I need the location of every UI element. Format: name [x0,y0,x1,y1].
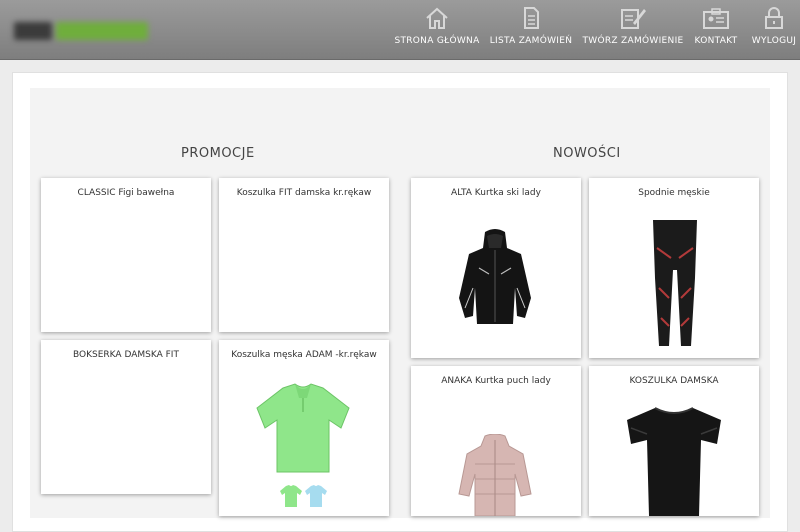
product-name: ANAKA Kurtka puch lady [441,376,551,386]
nav-item-logout[interactable]: WYLOGUJ [746,6,800,56]
edit-form-icon [621,9,646,29]
home-icon [426,7,448,29]
nav-label-create-order: TWÓRZ ZAMÓWIENIE [582,36,684,46]
product-card-new-1[interactable]: ALTA Kurtka ski lady [411,178,581,358]
thumbnail-blue[interactable] [304,484,328,508]
main-nav: STRONA GŁÓWNA LISTA ZAMÓWIEŃ TWÓRZ ZAMÓW… [0,0,800,60]
black-jacket-image [459,229,531,324]
product-name: Spodnie męskie [638,188,710,198]
pink-jacket-image [458,434,532,516]
lock-icon [765,7,783,29]
product-card-new-4[interactable]: KOSZULKA DAMSKA [589,366,759,516]
product-card-new-3[interactable]: ANAKA Kurtka puch lady [411,366,581,516]
product-name: ALTA Kurtka ski lady [451,188,541,198]
product-card-promo-3[interactable]: BOKSERKA DAMSKA FIT [41,340,211,494]
header-bar: STRONA GŁÓWNA LISTA ZAMÓWIEŃ TWÓRZ ZAMÓW… [0,0,800,60]
nav-label-orders: LISTA ZAMÓWIEŃ [489,36,573,46]
nav-label-contact: KONTAKT [694,36,738,46]
nav-label-logout: WYLOGUJ [751,36,797,46]
product-card-promo-1[interactable]: CLASSIC Figi bawełna [41,178,211,332]
black-pants-image [653,220,697,346]
product-name: CLASSIC Figi bawełna [77,188,175,198]
contact-card-icon [703,8,729,29]
section-title-promocje: PROMOCJE [181,146,255,161]
thumbnail-green[interactable] [279,484,303,508]
product-name: Koszulka FIT damska kr.rękaw [236,188,372,198]
product-card-promo-4[interactable]: Koszulka męska ADAM -kr.rękaw [219,340,389,516]
product-card-new-2[interactable]: Spodnie męskie [589,178,759,358]
section-title-nowosci: NOWOŚCI [553,146,621,161]
black-shirt-image [627,407,721,516]
nav-item-create-order[interactable]: TWÓRZ ZAMÓWIENIE [582,6,684,56]
nav-label-home: STRONA GŁÓWNA [394,36,480,46]
nav-item-orders[interactable]: LISTA ZAMÓWIEŃ [488,6,574,56]
product-card-promo-2[interactable]: Koszulka FIT damska kr.rękaw [219,178,389,332]
green-shirt-image [256,383,350,473]
product-name: BOKSERKA DAMSKA FIT [73,350,179,360]
product-name: Koszulka męska ADAM -kr.rękaw [231,350,377,360]
nav-item-contact[interactable]: KONTAKT [690,6,742,56]
product-name: KOSZULKA DAMSKA [629,376,719,386]
nav-item-home[interactable]: STRONA GŁÓWNA [394,6,480,56]
document-icon [524,7,539,29]
